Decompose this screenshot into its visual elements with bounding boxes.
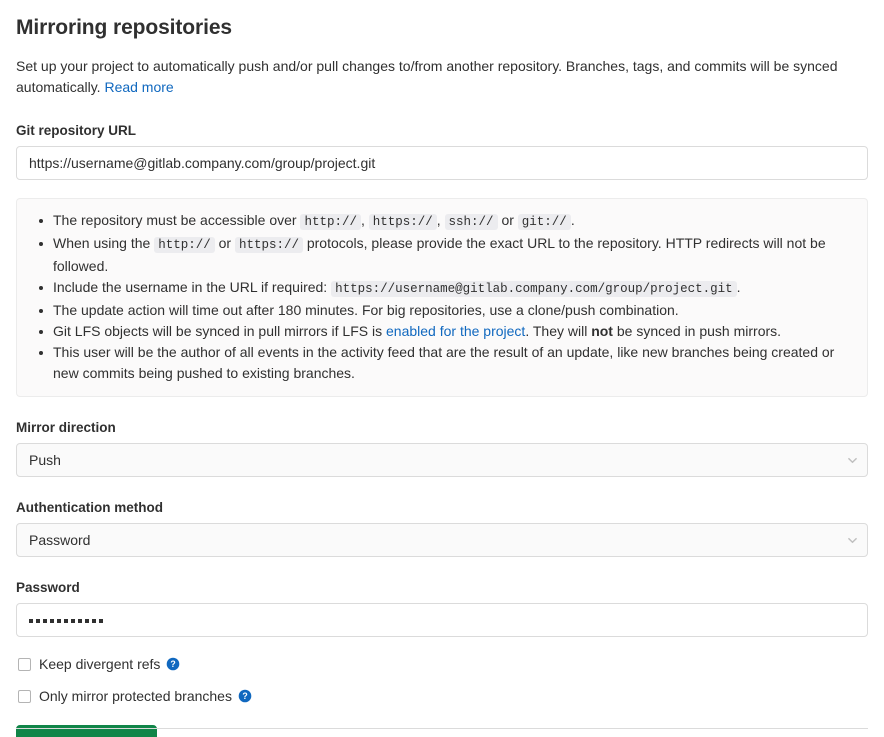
authentication-method-label: Authentication method — [16, 499, 868, 517]
authentication-method-value: Password — [29, 530, 90, 550]
page-title: Mirroring repositories — [16, 14, 868, 42]
only-mirror-protected-branches-row[interactable]: Only mirror protected branches ? — [16, 687, 868, 705]
bullet5-bold-not: not — [591, 323, 613, 339]
bullet4-text: The update action will time out after 18… — [53, 302, 679, 318]
bullet1-or: or — [501, 212, 513, 228]
authentication-method-select-wrap: Password — [16, 523, 868, 557]
repository-requirements-panel: The repository must be accessible over h… — [16, 198, 868, 397]
code-example-url: https://username@gitlab.company.com/grou… — [331, 281, 737, 297]
bullet1-text-a: The repository must be accessible over — [53, 212, 297, 228]
read-more-link[interactable]: Read more — [104, 79, 173, 95]
help-icon[interactable]: ? — [166, 657, 180, 671]
help-icon[interactable]: ? — [238, 689, 252, 703]
bullet3-end: . — [737, 279, 741, 295]
list-item: Include the username in the URL if requi… — [53, 277, 853, 300]
code-git: git:// — [518, 214, 571, 230]
list-item: The repository must be accessible over h… — [53, 210, 853, 233]
mirror-direction-select-wrap: Push — [16, 443, 868, 477]
bullet3-text-a: Include the username in the URL if requi… — [53, 279, 327, 295]
password-label: Password — [16, 579, 868, 597]
code-https: https:// — [369, 214, 437, 230]
code-http-2: http:// — [154, 237, 215, 253]
keep-divergent-refs-label[interactable]: Keep divergent refs — [39, 655, 160, 673]
authentication-method-field: Authentication method Password — [16, 499, 868, 557]
bullet1-sep2: , — [437, 212, 441, 228]
password-input[interactable] — [16, 603, 868, 637]
only-mirror-protected-branches-checkbox[interactable] — [18, 690, 31, 703]
mirror-direction-label: Mirror direction — [16, 419, 868, 437]
mirror-direction-field: Mirror direction Push — [16, 419, 868, 477]
svg-text:?: ? — [242, 691, 247, 701]
list-item: When using the http:// or https:// proto… — [53, 233, 853, 277]
section-divider — [16, 728, 868, 729]
code-http: http:// — [300, 214, 361, 230]
password-masked-value — [29, 617, 103, 623]
password-field: Password — [16, 579, 868, 637]
bullet6-text: This user will be the author of all even… — [53, 344, 834, 381]
keep-divergent-refs-checkbox[interactable] — [18, 658, 31, 671]
only-mirror-protected-branches-label[interactable]: Only mirror protected branches — [39, 687, 232, 705]
requirements-list: The repository must be accessible over h… — [31, 210, 853, 384]
git-repository-url-label: Git repository URL — [16, 122, 868, 140]
mirror-direction-value: Push — [29, 450, 61, 470]
page-description: Set up your project to automatically pus… — [16, 56, 856, 98]
code-https-2: https:// — [235, 237, 303, 253]
git-repository-url-field: Git repository URL — [16, 122, 868, 180]
bullet5-text-b: . They will — [525, 323, 587, 339]
mirror-repository-button[interactable]: Mirror repository — [16, 725, 157, 737]
list-item: Git LFS objects will be synced in pull m… — [53, 321, 853, 342]
bullet2-text-a: When using the — [53, 235, 150, 251]
git-repository-url-input[interactable] — [16, 146, 868, 180]
list-item: The update action will time out after 18… — [53, 300, 853, 321]
svg-text:?: ? — [171, 659, 176, 669]
code-ssh: ssh:// — [445, 214, 498, 230]
enabled-for-project-link[interactable]: enabled for the project — [386, 323, 525, 339]
list-item: This user will be the author of all even… — [53, 342, 853, 384]
bullet5-text-a: Git LFS objects will be synced in pull m… — [53, 323, 382, 339]
bullet1-end: . — [571, 212, 575, 228]
authentication-method-select[interactable]: Password — [16, 523, 868, 557]
bullet5-text-c: be synced in push mirrors. — [617, 323, 781, 339]
mirroring-repositories-page: Mirroring repositories Set up your proje… — [0, 0, 884, 737]
bullet2-or: or — [219, 235, 231, 251]
bullet1-sep1: , — [361, 212, 365, 228]
keep-divergent-refs-row[interactable]: Keep divergent refs ? — [16, 655, 868, 673]
mirror-direction-select[interactable]: Push — [16, 443, 868, 477]
